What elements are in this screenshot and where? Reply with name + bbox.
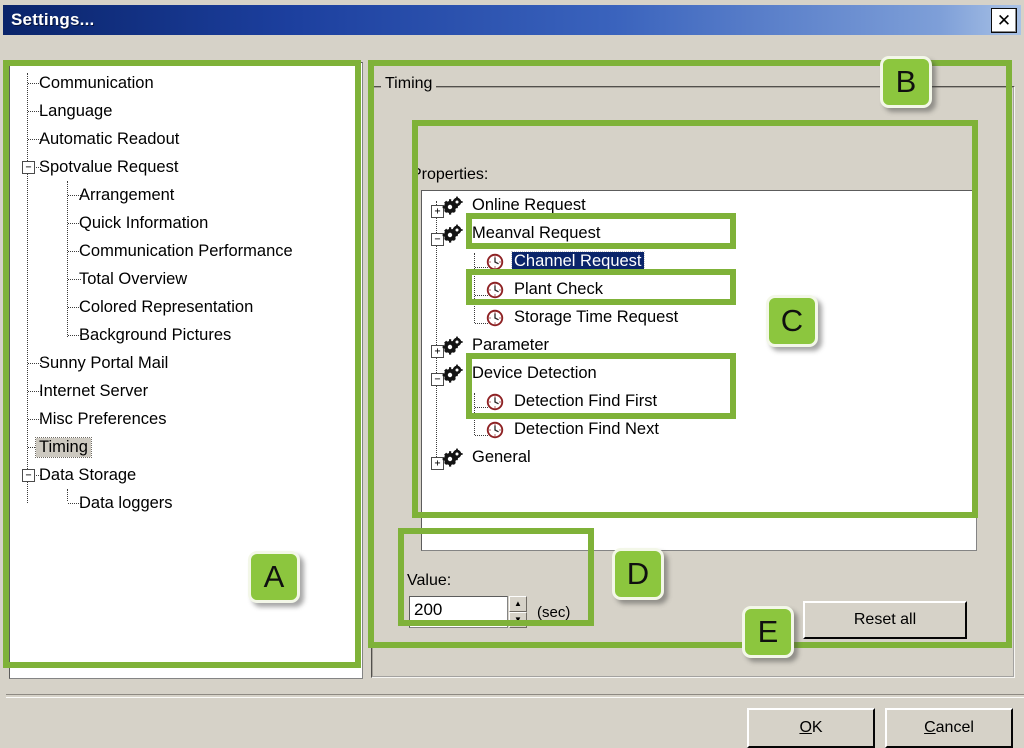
clock-icon bbox=[484, 392, 506, 412]
properties-tree-item-label: Meanval Request bbox=[472, 223, 601, 242]
settings-tree-item-label: Arrangement bbox=[79, 185, 175, 204]
properties-tree-item-label: Channel Request bbox=[511, 250, 645, 272]
spinner-down-icon[interactable]: ▼ bbox=[509, 612, 527, 628]
settings-tree[interactable]: Communication Language Automatic Readout − S… bbox=[9, 62, 363, 679]
properties-tree-item[interactable]: Device Detection bbox=[422, 359, 976, 387]
clock-icon bbox=[484, 280, 506, 300]
timing-groupbox-legend: Timing bbox=[381, 75, 437, 93]
settings-tree-item[interactable]: Language bbox=[10, 97, 362, 125]
ok-rest: K bbox=[811, 719, 823, 736]
settings-tree-item-label: Data Storage bbox=[39, 465, 137, 484]
bottom-divider bbox=[6, 694, 1024, 698]
properties-tree[interactable]: + Online Request − Meanval Request Channel R… bbox=[421, 190, 977, 551]
settings-tree-item[interactable]: Colored Representation bbox=[10, 293, 362, 321]
settings-tree-item[interactable]: Sunny Portal Mail bbox=[10, 349, 362, 377]
value-spinner[interactable]: 200 ▲ ▼ bbox=[409, 596, 527, 628]
gear-icon bbox=[442, 196, 464, 216]
settings-tree-item-label: Communication Performance bbox=[79, 241, 293, 260]
clock-icon bbox=[484, 308, 506, 328]
settings-tree-item-label: Communication bbox=[39, 73, 154, 92]
properties-tree-item[interactable]: Meanval Request bbox=[422, 219, 976, 247]
settings-tree-item-label: Spotvalue Request bbox=[39, 157, 179, 176]
settings-tree-item[interactable]: Communication bbox=[10, 69, 362, 97]
settings-tree-item[interactable]: Communication Performance bbox=[10, 237, 362, 265]
settings-tree-item-label: Total Overview bbox=[79, 269, 188, 288]
value-label: Value: bbox=[407, 572, 452, 589]
close-icon[interactable]: ✕ bbox=[991, 8, 1017, 33]
properties-tree-item[interactable]: Storage Time Request bbox=[422, 303, 976, 331]
annotation-marker-a: A bbox=[248, 551, 300, 603]
properties-tree-item-label: General bbox=[472, 447, 531, 466]
properties-tree-item[interactable]: General bbox=[422, 443, 976, 471]
settings-tree-item[interactable]: Timing bbox=[10, 433, 362, 461]
gear-icon bbox=[442, 364, 464, 384]
settings-tree-item[interactable]: Internet Server bbox=[10, 377, 362, 405]
annotation-marker-c: C bbox=[766, 295, 818, 347]
properties-tree-item-label: Storage Time Request bbox=[514, 307, 679, 326]
gear-icon bbox=[442, 448, 464, 468]
settings-tree-item[interactable]: Spotvalue Request bbox=[10, 153, 362, 181]
settings-tree-item-label: Colored Representation bbox=[79, 297, 254, 316]
dialog-client-area: Communication Language Automatic Readout − S… bbox=[3, 38, 1024, 748]
cancel-rest: ancel bbox=[935, 719, 974, 736]
cancel-button[interactable]: Cancel bbox=[885, 708, 1013, 748]
annotation-marker-b: B bbox=[880, 56, 932, 108]
window-title: Settings... bbox=[11, 10, 95, 29]
settings-tree-item[interactable]: Data loggers bbox=[10, 489, 362, 517]
reset-all-button[interactable]: Reset all bbox=[803, 601, 967, 639]
properties-label: Properties: bbox=[411, 166, 489, 183]
settings-tree-item-label: Quick Information bbox=[79, 213, 209, 232]
properties-tree-list: + Online Request − Meanval Request Channel R… bbox=[422, 191, 976, 471]
settings-tree-item[interactable]: Data Storage bbox=[10, 461, 362, 489]
title-bar: Settings... ✕ bbox=[3, 5, 1021, 35]
annotation-marker-e: E bbox=[742, 606, 794, 658]
gear-icon bbox=[442, 336, 464, 356]
settings-tree-list: Communication Language Automatic Readout − S… bbox=[10, 63, 362, 517]
annotation-marker-d: D bbox=[612, 548, 664, 600]
properties-tree-item[interactable]: Detection Find First bbox=[422, 387, 976, 415]
settings-tree-item[interactable]: Misc Preferences bbox=[10, 405, 362, 433]
ok-button[interactable]: OK bbox=[747, 708, 875, 748]
properties-tree-item-label: Detection Find First bbox=[514, 391, 658, 410]
properties-tree-item[interactable]: Channel Request bbox=[422, 247, 976, 275]
properties-tree-item-label: Detection Find Next bbox=[514, 419, 659, 438]
settings-tree-item-label: Data loggers bbox=[79, 493, 173, 512]
settings-tree-item-label: Internet Server bbox=[39, 381, 149, 400]
spinner-buttons: ▲ ▼ bbox=[509, 596, 527, 628]
properties-tree-item-label: Device Detection bbox=[472, 363, 597, 382]
properties-tree-item[interactable]: Online Request bbox=[422, 191, 976, 219]
settings-tree-item-label: Misc Preferences bbox=[39, 409, 167, 428]
spinner-up-icon[interactable]: ▲ bbox=[509, 596, 527, 612]
ok-accel: O bbox=[799, 719, 812, 736]
settings-tree-item[interactable]: Automatic Readout bbox=[10, 125, 362, 153]
settings-tree-item-label: Background Pictures bbox=[79, 325, 232, 344]
settings-tree-item[interactable]: Arrangement bbox=[10, 181, 362, 209]
settings-tree-item-label: Sunny Portal Mail bbox=[39, 353, 169, 372]
settings-tree-item-label: Automatic Readout bbox=[39, 129, 180, 148]
settings-tree-item[interactable]: Total Overview bbox=[10, 265, 362, 293]
value-units: (sec) bbox=[537, 604, 571, 621]
properties-tree-item-label: Parameter bbox=[472, 335, 550, 354]
settings-tree-item-label: Timing bbox=[35, 436, 92, 458]
properties-tree-item-label: Online Request bbox=[472, 195, 586, 214]
properties-tree-item[interactable]: Parameter bbox=[422, 331, 976, 359]
properties-tree-item-label: Plant Check bbox=[514, 279, 603, 298]
settings-tree-item[interactable]: Background Pictures bbox=[10, 321, 362, 349]
properties-tree-item[interactable]: Plant Check bbox=[422, 275, 976, 303]
settings-tree-item[interactable]: Quick Information bbox=[10, 209, 362, 237]
clock-icon bbox=[484, 252, 506, 272]
settings-dialog: Settings... ✕ Communication Language Autom… bbox=[0, 0, 1024, 748]
settings-tree-item-label: Language bbox=[39, 101, 113, 120]
gear-icon bbox=[442, 224, 464, 244]
cancel-accel: C bbox=[924, 719, 936, 736]
value-input[interactable]: 200 bbox=[409, 596, 508, 628]
properties-tree-item[interactable]: Detection Find Next bbox=[422, 415, 976, 443]
clock-icon bbox=[484, 420, 506, 440]
